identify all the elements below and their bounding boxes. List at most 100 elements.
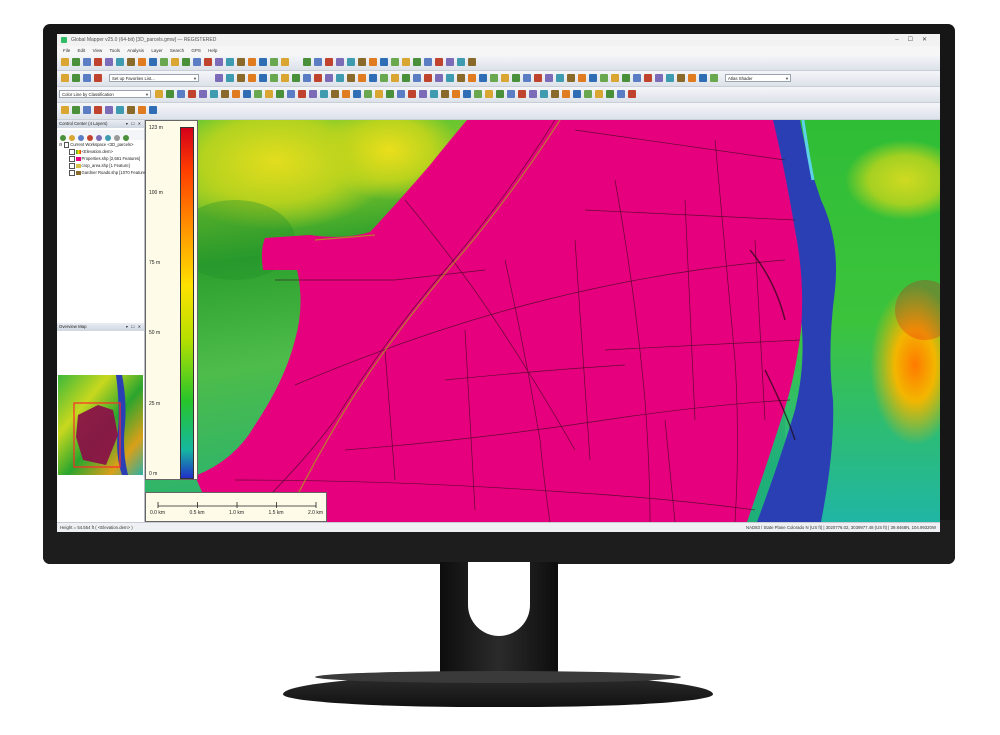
tool-button-icon[interactable] [325,74,333,82]
tool-button-icon[interactable] [710,74,718,82]
tool-button-icon[interactable] [61,58,69,66]
tool-button-icon[interactable] [270,58,278,66]
tool-button-icon[interactable] [567,74,575,82]
tool-button-icon[interactable] [496,90,504,98]
tool-button-icon[interactable] [562,90,570,98]
tool-button-icon[interactable] [397,90,405,98]
tool-button-icon[interactable] [287,90,295,98]
tool-button-icon[interactable] [193,58,201,66]
tool-button-icon[interactable] [688,74,696,82]
tool-button-icon[interactable] [358,74,366,82]
window-controls[interactable]: –☐✕ [895,34,936,46]
tool-button-icon[interactable] [243,90,251,98]
layer-checkbox[interactable] [69,170,75,176]
tool-button-icon[interactable] [518,90,526,98]
close-button[interactable]: ✕ [922,37,936,43]
tool-button-icon[interactable] [507,90,515,98]
tool-button-icon[interactable] [105,58,113,66]
tool-button-icon[interactable] [584,90,592,98]
tool-button-icon[interactable] [369,74,377,82]
favorites-combo[interactable]: Set up Favorites List... ▼ [109,74,199,82]
tool-button-icon[interactable] [578,74,586,82]
tool-button-icon[interactable] [435,74,443,82]
tool-button-icon[interactable] [270,74,278,82]
tool-button-icon[interactable] [402,58,410,66]
tool-button-icon[interactable] [226,74,234,82]
tool-button-icon[interactable] [611,74,619,82]
tool-button-icon[interactable] [314,58,322,66]
tool-button-icon[interactable] [441,90,449,98]
workspace-node[interactable]: ⊟ Current Workspace <3D_parcels> [59,142,133,148]
tool-button-icon[interactable] [666,74,674,82]
tool-button-icon[interactable] [369,58,377,66]
tool-button-icon[interactable] [259,74,267,82]
menu-edit[interactable]: Edit [78,46,86,55]
tool-button-icon[interactable] [281,58,289,66]
tool-button-icon[interactable] [633,74,641,82]
tool-button-icon[interactable] [127,106,135,114]
layer-checkbox[interactable] [69,163,75,169]
menu-file[interactable]: File [63,46,70,55]
tool-button-icon[interactable] [94,74,102,82]
tool-button-icon[interactable] [72,58,80,66]
tool-button-icon[interactable] [177,90,185,98]
tool-button-icon[interactable] [622,74,630,82]
layer-item[interactable]: <Elevation.dem> [69,149,113,155]
tool-button-icon[interactable] [94,58,102,66]
tool-button-icon[interactable] [210,90,218,98]
workspace-checkbox[interactable] [63,142,70,148]
tool-button-icon[interactable] [435,58,443,66]
tool-button-icon[interactable] [424,74,432,82]
tool-button-icon[interactable] [182,58,190,66]
panel-controls[interactable]: ▾ ☐ ✕ [126,323,142,331]
tool-button-icon[interactable] [72,74,80,82]
tool-button-icon[interactable] [375,90,383,98]
tool-button-icon[interactable] [551,90,559,98]
tool-button-icon[interactable] [116,106,124,114]
tool-button-icon[interactable] [391,74,399,82]
tool-button-icon[interactable] [424,58,432,66]
tool-button-icon[interactable] [94,106,102,114]
tool-button-icon[interactable] [303,74,311,82]
overview-map[interactable] [58,375,143,475]
tool-button-icon[interactable] [617,90,625,98]
tool-button-icon[interactable] [138,58,146,66]
tool-button-icon[interactable] [485,90,493,98]
tool-button-icon[interactable] [342,90,350,98]
map-canvas[interactable] [145,120,940,522]
menu-help[interactable]: Help [208,46,217,55]
tool-button-icon[interactable] [138,106,146,114]
tool-button-icon[interactable] [380,58,388,66]
menu-gps[interactable]: GPS [191,46,201,55]
tool-button-icon[interactable] [655,74,663,82]
minimize-button[interactable]: – [895,37,907,43]
tool-button-icon[interactable] [413,58,421,66]
tool-button-icon[interactable] [72,106,80,114]
tool-button-icon[interactable] [468,74,476,82]
tool-button-icon[interactable] [171,58,179,66]
tool-button-icon[interactable] [380,74,388,82]
tool-button-icon[interactable] [474,90,482,98]
tool-button-icon[interactable] [699,74,707,82]
tool-button-icon[interactable] [408,90,416,98]
tool-button-icon[interactable] [358,58,366,66]
map-view[interactable]: 123 m 100 m 75 m 50 m 25 m 0 m 0.0 km 0.5 km 1.… [145,120,940,522]
tool-button-icon[interactable] [457,58,465,66]
menu-search[interactable]: Search [170,46,184,55]
tool-button-icon[interactable] [419,90,427,98]
tool-button-icon[interactable] [545,74,553,82]
tool-button-icon[interactable] [116,58,124,66]
tool-button-icon[interactable] [265,90,273,98]
tool-button-icon[interactable] [149,106,157,114]
tool-button-icon[interactable] [628,90,636,98]
tool-button-icon[interactable] [347,58,355,66]
tool-button-icon[interactable] [155,90,163,98]
tool-button-icon[interactable] [221,90,229,98]
tool-button-icon[interactable] [232,90,240,98]
tool-button-icon[interactable] [606,90,614,98]
tool-button-icon[interactable] [501,74,509,82]
tool-button-icon[interactable] [83,58,91,66]
menu-tools[interactable]: Tools [110,46,121,55]
tool-button-icon[interactable] [303,58,311,66]
tool-button-icon[interactable] [468,58,476,66]
